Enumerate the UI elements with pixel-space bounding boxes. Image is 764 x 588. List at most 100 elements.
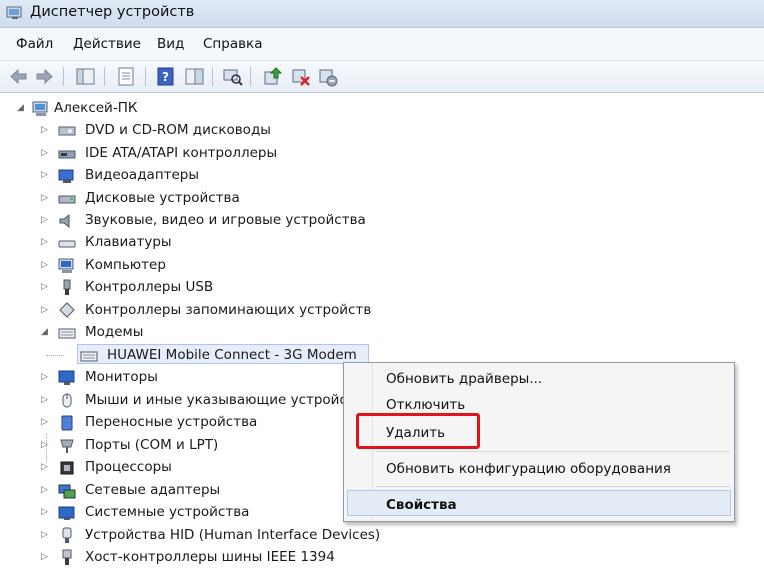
expand-arrow-icon[interactable]: ▷ — [41, 147, 51, 159]
forward-arrow-icon[interactable] — [34, 66, 55, 87]
network-adapter-icon — [58, 484, 76, 499]
system-device-icon — [58, 506, 75, 520]
show-hide-tree-icon[interactable] — [75, 66, 96, 87]
port-icon — [60, 439, 74, 453]
tree-category-item[interactable]: ▷ Мониторы — [8, 367, 378, 389]
expand-arrow-icon[interactable]: ▷ — [41, 259, 51, 271]
tree-item-label: Системные устройства — [85, 504, 250, 520]
tree-category-item[interactable]: ▷ Видеоадаптеры — [8, 165, 378, 187]
expand-arrow-icon[interactable]: ▷ — [41, 461, 51, 473]
monitor-icon — [58, 370, 75, 385]
tree-item-label: Компьютер — [85, 257, 166, 273]
expand-arrow-icon[interactable]: ▷ — [41, 192, 51, 204]
toolbar-separator — [212, 67, 213, 86]
tree-category-item[interactable]: ▷ Переносные устройства — [8, 412, 378, 434]
dvd-drive-icon — [58, 126, 76, 136]
menu-update-drivers[interactable]: Обновить драйверы... — [386, 371, 542, 387]
menu-properties[interactable]: Свойства — [386, 497, 457, 513]
menu-view[interactable]: Вид — [157, 36, 184, 52]
tree-category-item[interactable]: ▷ Сетевые адаптеры — [8, 480, 378, 502]
expand-arrow-icon[interactable]: ▷ — [41, 416, 51, 428]
expand-arrow-icon[interactable]: ▷ — [41, 394, 51, 406]
menu-scan-hardware[interactable]: Обновить конфигурацию оборудования — [386, 461, 671, 477]
hid-icon — [62, 527, 72, 543]
tree-category-item[interactable]: ▷ Хост-контроллеры шины IEEE 1394 — [8, 547, 378, 569]
collapse-arrow-icon[interactable]: ◢ — [41, 326, 51, 338]
tree-category-item[interactable]: ▷ Контроллеры запоминающих устройств — [8, 300, 378, 322]
device-tree: ◢ Алексей-ПК ▷ DVD и CD-ROM дисководы ▷ IDE… — [8, 93, 381, 588]
tree-root[interactable]: ◢ Алексей-ПК — [8, 98, 308, 120]
uninstall-highlight-box — [356, 413, 480, 449]
expand-arrow-icon[interactable]: ▷ — [41, 236, 51, 248]
tree-item-label: Контроллеры USB — [85, 279, 214, 295]
expand-arrow-icon[interactable]: ▷ — [41, 169, 51, 181]
expand-arrow-icon[interactable]: ▷ — [41, 506, 51, 518]
tree-category-item[interactable]: ◢ Модемы — [8, 322, 378, 344]
computer-icon — [32, 101, 48, 116]
tree-category-item[interactable]: ▷ Звуковые, видео и игровые устройства — [8, 210, 378, 232]
help-icon[interactable]: ? — [156, 66, 177, 87]
tree-category-item[interactable]: ▷ Клавиатуры — [8, 232, 378, 254]
mouse-icon — [62, 393, 72, 408]
scan-hardware-icon[interactable] — [222, 66, 243, 87]
expand-arrow-icon[interactable]: ▷ — [41, 529, 51, 541]
tree-item-label: Клавиатуры — [85, 234, 172, 250]
tree-item-label: HUAWEI Mobile Connect - 3G Modem — [107, 347, 357, 363]
menu-disable[interactable]: Отключить — [386, 397, 465, 413]
collapse-arrow-icon[interactable]: ◢ — [17, 102, 27, 114]
tree-item-label: Процессоры — [85, 459, 172, 475]
modem-device-icon — [80, 351, 98, 362]
tree-item-label: Сетевые адаптеры — [85, 482, 221, 498]
tree-item-label: IDE ATA/ATAPI контроллеры — [85, 145, 278, 161]
tree-category-item[interactable]: ▷ Процессоры — [8, 457, 378, 479]
tree-category-item[interactable]: ▷ Контроллеры USB — [8, 277, 378, 299]
tree-item-label: Порты (COM и LPT) — [85, 437, 219, 453]
tree-category-item[interactable]: ▷ Дисковые устройства — [8, 188, 378, 210]
tree-item-label: Мыши и иные указывающие устройства — [85, 392, 371, 408]
menu-bar: Файл Действие Вид Справка — [0, 28, 764, 61]
tree-item-label: Модемы — [85, 324, 144, 340]
title-bar: Диспетчер устройств — [0, 0, 764, 28]
svg-text:?: ? — [162, 70, 169, 84]
toolbar: ? — [0, 61, 764, 93]
tree-root-label: Алексей-ПК — [54, 100, 138, 116]
display-adapter-icon — [58, 169, 74, 183]
disable-device-icon[interactable] — [290, 66, 311, 87]
expand-arrow-icon[interactable]: ▷ — [41, 281, 51, 293]
tree-category-item[interactable]: ▷ Устройства HID (Human Interface Devices… — [8, 525, 381, 547]
tree-category-item[interactable]: ▷ Порты (COM и LPT) — [8, 435, 378, 457]
expand-arrow-icon[interactable]: ▷ — [41, 439, 51, 451]
expand-arrow-icon[interactable]: ▷ — [41, 124, 51, 136]
expand-arrow-icon[interactable]: ▷ — [41, 371, 51, 383]
update-driver-icon[interactable] — [262, 66, 283, 87]
tree-item-label: DVD и CD-ROM дисководы — [85, 122, 271, 138]
properties-icon[interactable] — [116, 66, 137, 87]
menu-help[interactable]: Справка — [203, 36, 262, 52]
uninstall-device-icon[interactable] — [317, 66, 338, 87]
tree-category-item[interactable]: ▷ Мыши и иные указывающие устройства — [8, 390, 378, 412]
menu-action[interactable]: Действие — [73, 36, 141, 52]
processor-icon — [60, 461, 74, 475]
portable-device-icon — [61, 415, 73, 431]
tree-category-item[interactable]: ▷ DVD и CD-ROM дисководы — [8, 120, 378, 142]
tree-item-label: Дисковые устройства — [85, 190, 240, 206]
toolbar-separator — [250, 67, 251, 86]
expand-arrow-icon[interactable]: ▷ — [41, 484, 51, 496]
modem-icon — [58, 328, 76, 339]
tree-device-item[interactable]: HUAWEI Mobile Connect - 3G Modem — [8, 345, 378, 367]
tree-item-label: Звуковые, видео и игровые устройства — [85, 212, 366, 228]
expand-arrow-icon[interactable]: ▷ — [41, 304, 51, 316]
tree-category-item[interactable]: ▷ Компьютер — [8, 255, 378, 277]
view-icon[interactable] — [184, 66, 205, 87]
toolbar-separator — [145, 67, 146, 86]
expand-arrow-icon[interactable]: ▷ — [41, 214, 51, 226]
tree-item-label: Устройства HID (Human Interface Devices) — [85, 527, 381, 543]
window-title: Диспетчер устройств — [30, 4, 195, 20]
tree-category-item[interactable]: ▷ Системные устройства — [8, 502, 378, 524]
back-arrow-icon[interactable] — [8, 66, 29, 87]
expand-arrow-icon[interactable]: ▷ — [41, 551, 51, 563]
tree-category-item[interactable]: ▷ IDE ATA/ATAPI контроллеры — [8, 143, 378, 165]
speaker-icon — [59, 213, 70, 229]
tree-item-label: Контроллеры запоминающих устройств — [85, 302, 372, 318]
menu-file[interactable]: Файл — [16, 36, 53, 52]
